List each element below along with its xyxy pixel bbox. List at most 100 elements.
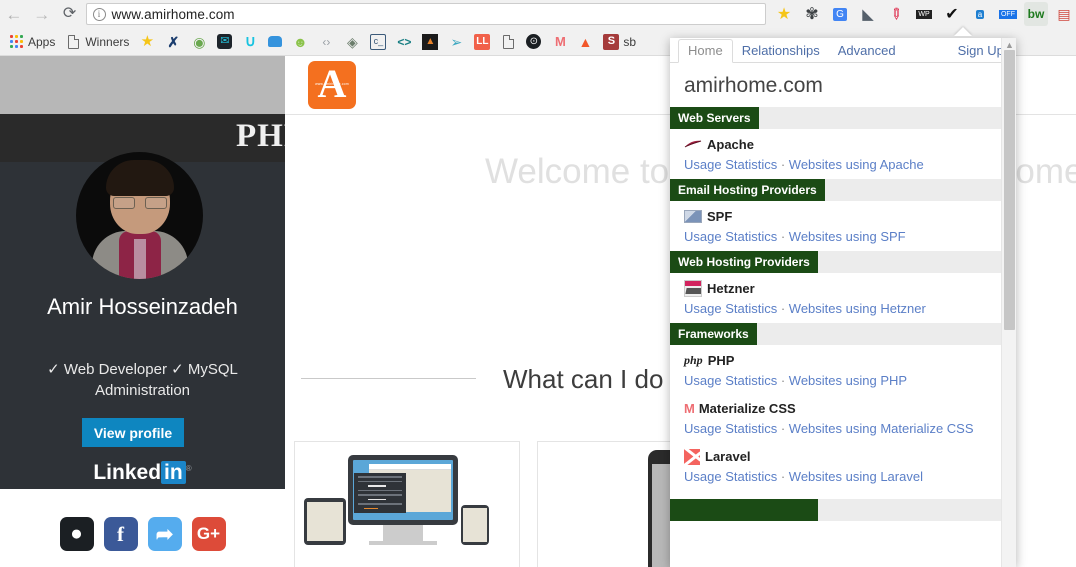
bookmark-materialize[interactable]: M bbox=[546, 30, 572, 54]
bookmark-snail[interactable]: ◉ bbox=[186, 30, 212, 54]
bookmark-page2[interactable] bbox=[495, 30, 521, 54]
alexa-rank-icon[interactable]: a bbox=[968, 2, 992, 26]
apps-grid-icon bbox=[8, 34, 24, 50]
scroll-up-arrow-icon[interactable]: ▲ bbox=[1002, 40, 1016, 50]
builtwith-bw-icon[interactable]: bw bbox=[1023, 2, 1048, 26]
bookmark-star-icon[interactable]: ★ bbox=[772, 2, 796, 26]
builtwith-popup: Home Relationships Advanced Sign Up Log … bbox=[670, 38, 1016, 567]
card-top-gray bbox=[0, 56, 285, 114]
github-icon[interactable]: ● bbox=[59, 517, 94, 551]
page-icon bbox=[500, 34, 516, 50]
linkedin-brand: Linked in ® bbox=[0, 461, 285, 485]
websites-using-link[interactable]: Websites using Apache bbox=[789, 157, 924, 172]
checkmark-extension-icon[interactable]: ✔ bbox=[940, 2, 964, 26]
card-responsive-devices[interactable] bbox=[294, 441, 520, 567]
address-bar[interactable]: i www.amirhome.com bbox=[85, 3, 766, 25]
link-separator: · bbox=[780, 373, 786, 388]
tech-links-php: Usage Statistics · Websites using PHP bbox=[670, 371, 1016, 395]
popup-tab-bar: Home Relationships Advanced Sign Up Log … bbox=[670, 38, 1016, 63]
bookmark-mail[interactable]: ✉ bbox=[212, 30, 237, 54]
avatar-icon: ▲ bbox=[422, 33, 439, 50]
popup-scrollbar[interactable]: ▲ bbox=[1001, 38, 1016, 567]
extension-toolbar: ★ ✾ G ◣ ✎ WP ✔ a OFF bw ▤ bbox=[772, 2, 1076, 26]
scrollbar-thumb[interactable] bbox=[1004, 50, 1015, 330]
bookmark-diamond[interactable]: ◈ bbox=[339, 30, 365, 54]
group-label: Web Servers bbox=[670, 107, 759, 129]
tech-label: SPF bbox=[707, 209, 733, 224]
tech-laravel: Laravel bbox=[670, 443, 1016, 467]
usage-statistics-link[interactable]: Usage Statistics bbox=[684, 421, 777, 436]
bookmark-winners[interactable]: Winners bbox=[60, 30, 134, 54]
section-divider bbox=[301, 378, 476, 379]
page-icon bbox=[65, 34, 81, 50]
eyedropper-icon[interactable]: ✎ bbox=[879, 0, 913, 31]
usage-statistics-link[interactable]: Usage Statistics bbox=[684, 373, 777, 388]
bookmark-label: Winners bbox=[85, 34, 130, 49]
tab-advanced[interactable]: Advanced bbox=[829, 40, 905, 62]
tech-links-spf: Usage Statistics · Websites using SPF bbox=[670, 227, 1016, 251]
reload-icon[interactable]: ⟳ bbox=[56, 0, 84, 28]
settings-gear-icon[interactable]: ✾ bbox=[800, 2, 824, 26]
usage-statistics-link[interactable]: Usage Statistics bbox=[684, 229, 777, 244]
bookmark-u[interactable]: ∪ bbox=[237, 30, 263, 54]
linkedin-brand-right: in bbox=[161, 461, 186, 484]
bookmark-avatar[interactable]: ▲ bbox=[417, 30, 443, 54]
bookmark-github[interactable]: ⊙ bbox=[521, 30, 546, 54]
bookmark-android[interactable]: ☻ bbox=[287, 30, 313, 54]
bookmark-console[interactable]: c_ bbox=[365, 30, 391, 54]
group-header-email-hosting-providers: Email Hosting Providers bbox=[670, 179, 1016, 201]
forward-icon[interactable]: → bbox=[28, 0, 56, 28]
usage-statistics-link[interactable]: Usage Statistics bbox=[684, 301, 777, 316]
group-header-frameworks: Frameworks bbox=[670, 323, 1016, 345]
github-icon: ⊙ bbox=[526, 34, 542, 49]
tablet-icon bbox=[304, 498, 346, 545]
bookmark-s[interactable]: S sb bbox=[598, 30, 641, 54]
websites-using-link[interactable]: Websites using PHP bbox=[789, 373, 907, 388]
android-icon: ☻ bbox=[293, 33, 308, 50]
apps-shortcut[interactable]: Apps bbox=[3, 30, 60, 54]
blue-robot-icon bbox=[268, 36, 283, 47]
analytics-off-icon[interactable]: OFF bbox=[996, 2, 1020, 26]
snail-icon: ◉ bbox=[193, 33, 206, 50]
bookmark-xing[interactable]: ✗ bbox=[160, 30, 186, 54]
bookmark-blue-robot[interactable] bbox=[263, 30, 287, 54]
s-icon: S bbox=[603, 33, 620, 50]
group-label: Frameworks bbox=[670, 323, 757, 345]
site-logo[interactable]: A www.amirhome.com bbox=[308, 61, 356, 109]
bookmark-ll[interactable]: LL bbox=[469, 30, 495, 54]
avatar bbox=[76, 152, 203, 279]
tab-relationships[interactable]: Relationships bbox=[733, 40, 829, 62]
tech-apache: Apache bbox=[670, 131, 1016, 155]
bookmark-code[interactable]: <> bbox=[391, 30, 417, 54]
linkedin-brand-left: Linked bbox=[93, 461, 162, 484]
usage-statistics-link[interactable]: Usage Statistics bbox=[684, 469, 777, 484]
group-label: Web Hosting Providers bbox=[670, 251, 818, 273]
bookmark-star[interactable]: ★ bbox=[134, 30, 160, 54]
group-header-web-servers: Web Servers bbox=[670, 107, 1016, 129]
shoe-extension-icon[interactable]: ◣ bbox=[856, 2, 880, 26]
tech-label: Apache bbox=[707, 137, 754, 152]
websites-using-link[interactable]: Websites using Hetzner bbox=[789, 301, 926, 316]
bookmark-flame[interactable]: ▲ bbox=[572, 30, 598, 54]
site-info-icon[interactable]: i bbox=[92, 7, 106, 21]
notes-extension-icon[interactable]: ▤ bbox=[1052, 2, 1076, 26]
tech-label: Laravel bbox=[705, 449, 751, 464]
websites-using-link[interactable]: Websites using Materialize CSS bbox=[789, 421, 974, 436]
view-profile-button[interactable]: View profile bbox=[82, 418, 184, 447]
websites-using-link[interactable]: Websites using Laravel bbox=[789, 469, 923, 484]
tech-links-materialize-css: Usage Statistics · Websites using Materi… bbox=[670, 419, 1016, 443]
monitor-stand bbox=[383, 525, 423, 541]
facebook-icon[interactable]: f bbox=[103, 517, 138, 551]
usage-statistics-link[interactable]: Usage Statistics bbox=[684, 157, 777, 172]
wappalyzer-icon[interactable]: WP bbox=[912, 2, 936, 26]
bookmark-code-brackets[interactable]: ‹› bbox=[313, 30, 339, 54]
google-translate-icon[interactable]: G bbox=[828, 2, 852, 26]
tech-hetzner: Hetzner bbox=[670, 275, 1016, 299]
google-plus-icon[interactable]: G+ bbox=[191, 517, 226, 551]
navigation-bar: ← → ⟳ i www.amirhome.com ★ ✾ G ◣ ✎ WP ✔ … bbox=[0, 0, 1076, 28]
websites-using-link[interactable]: Websites using SPF bbox=[789, 229, 906, 244]
tab-home[interactable]: Home bbox=[678, 39, 733, 63]
back-icon[interactable]: ← bbox=[0, 0, 28, 28]
twitter-icon[interactable]: ➦ bbox=[147, 517, 182, 551]
bookmark-send[interactable]: ➢ bbox=[443, 30, 469, 54]
